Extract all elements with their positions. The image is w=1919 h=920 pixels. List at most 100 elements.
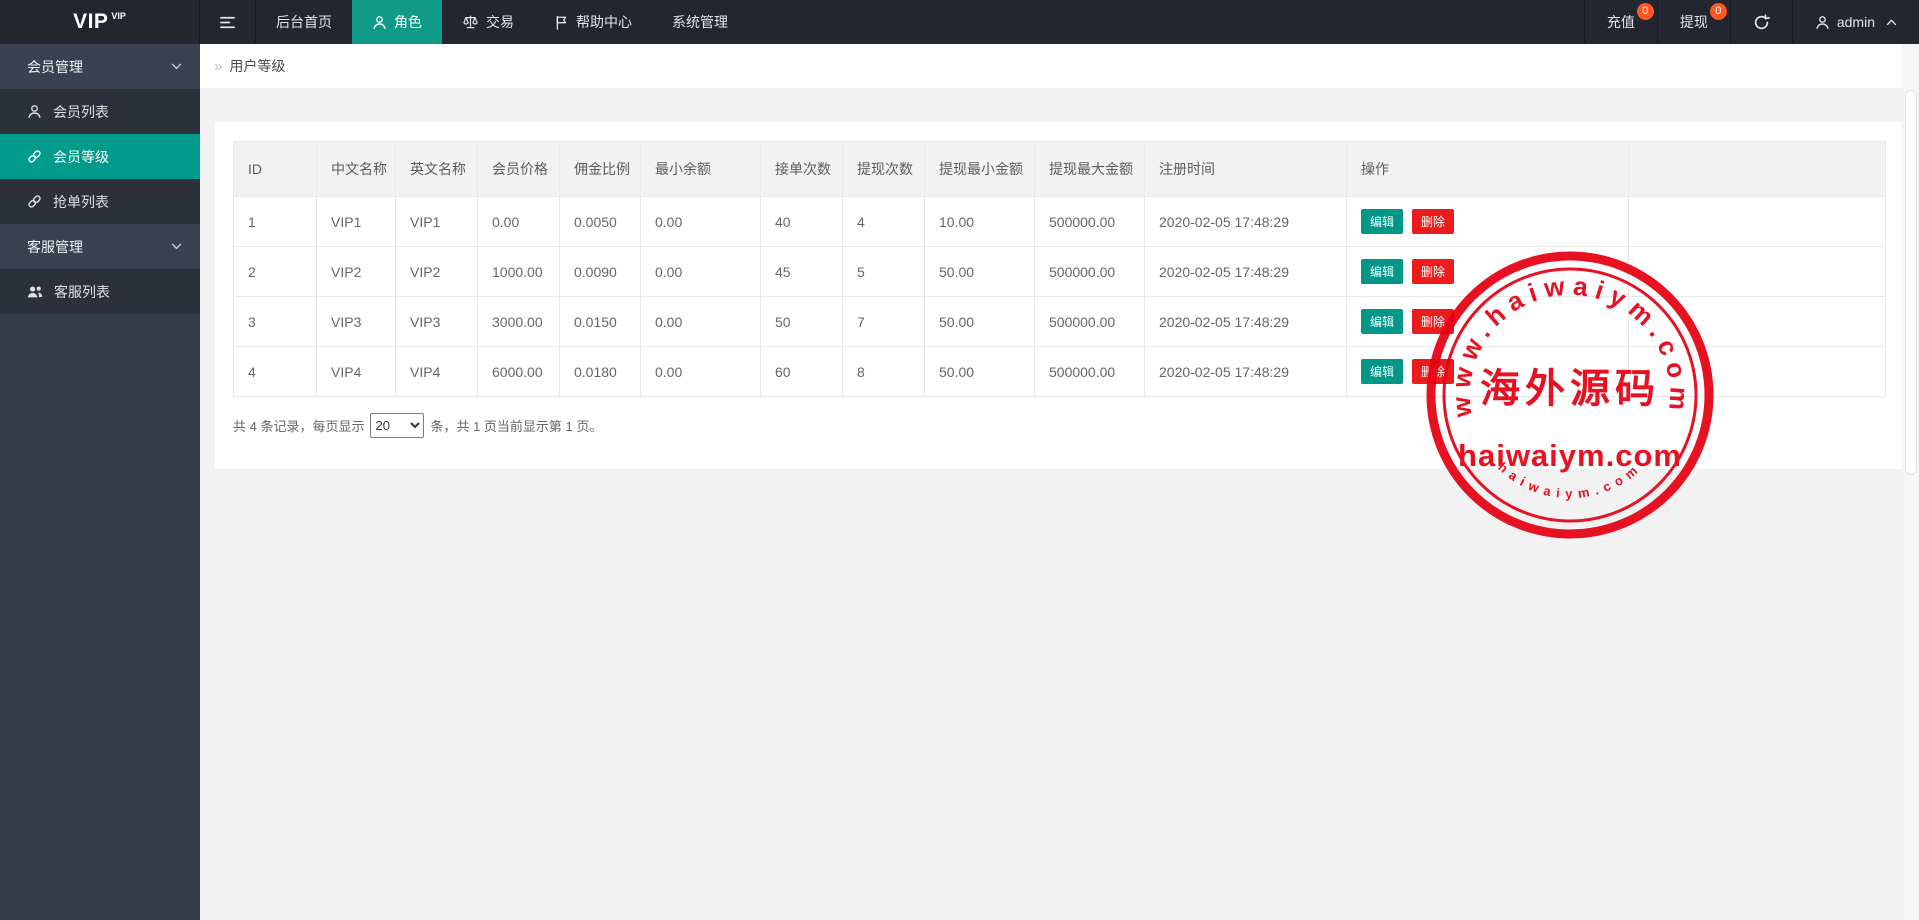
username: admin	[1837, 14, 1875, 30]
actions-cell: 编辑删除	[1347, 197, 1629, 247]
table-cell: 0.00	[641, 347, 761, 397]
column-header-empty	[1629, 142, 1886, 197]
sidebar-item-label: 客服列表	[54, 282, 110, 302]
column-header: ID	[234, 142, 317, 197]
sidebar-item-member-list[interactable]: 会员列表	[0, 89, 200, 134]
table-cell: 2020-02-05 17:48:29	[1145, 297, 1347, 347]
recharge-button[interactable]: 充值 0	[1584, 0, 1657, 44]
nav-item-trade[interactable]: 交易	[442, 0, 534, 44]
refresh-icon	[1753, 14, 1770, 31]
column-header: 会员价格	[478, 142, 560, 197]
nav-item-label: 角色	[394, 12, 422, 32]
column-header: 中文名称	[317, 142, 396, 197]
table-cell: 0.00	[641, 247, 761, 297]
member-level-table: ID中文名称英文名称会员价格佣金比例最小余额接单次数提现次数提现最小金额提现最大…	[233, 141, 1886, 397]
withdraw-badge: 0	[1710, 3, 1727, 20]
table-cell: 40	[761, 197, 843, 247]
top-navbar: VIP VIP 后台首页 角色交易 帮助中心 系统管理 充值 0 提现 0 admin	[0, 0, 1919, 44]
edit-button[interactable]: 编辑	[1361, 309, 1403, 334]
navbar-right: 充值 0 提现 0 admin	[1584, 0, 1919, 44]
table-cell: 1	[234, 197, 317, 247]
table-cell: 2020-02-05 17:48:29	[1145, 247, 1347, 297]
sidebar-group-member-management[interactable]: 会员管理	[0, 44, 200, 89]
table-cell: 45	[761, 247, 843, 297]
page-title: 用户等级	[229, 56, 285, 76]
empty-cell	[1629, 247, 1886, 297]
table-cell: 500000.00	[1035, 297, 1145, 347]
withdraw-button[interactable]: 提现 0	[1657, 0, 1730, 44]
table-cell: 0.00	[641, 197, 761, 247]
actions-cell: 编辑删除	[1347, 347, 1629, 397]
delete-button[interactable]: 删除	[1412, 209, 1454, 234]
chevron-up-icon	[1886, 19, 1897, 26]
table-cell: 2020-02-05 17:48:29	[1145, 197, 1347, 247]
sidebar-item-order-list[interactable]: 抢单列表	[0, 179, 200, 224]
per-page-select[interactable]: 20	[370, 413, 424, 438]
edit-button[interactable]: 编辑	[1361, 259, 1403, 284]
edit-button[interactable]: 编辑	[1361, 359, 1403, 384]
column-header: 操作	[1347, 142, 1629, 197]
user-icon	[372, 15, 387, 30]
table-row: 1VIP1VIP10.000.00500.0040410.00500000.00…	[234, 197, 1886, 247]
table-cell: 500000.00	[1035, 197, 1145, 247]
column-header: 佣金比例	[560, 142, 641, 197]
table-header-row: ID中文名称英文名称会员价格佣金比例最小余额接单次数提现次数提现最小金额提现最大…	[234, 142, 1886, 197]
table-cell: 6000.00	[478, 347, 560, 397]
table-cell: VIP4	[396, 347, 478, 397]
table-cell: 5	[843, 247, 925, 297]
table-cell: 50	[761, 297, 843, 347]
table-row: 3VIP3VIP33000.000.01500.0050750.00500000…	[234, 297, 1886, 347]
delete-button[interactable]: 删除	[1412, 359, 1454, 384]
column-header: 英文名称	[396, 142, 478, 197]
table-cell: 500000.00	[1035, 247, 1145, 297]
table-cell: 0.0090	[560, 247, 641, 297]
scales-icon	[462, 14, 479, 30]
sidebar-item-member-level[interactable]: 会员等级	[0, 134, 200, 179]
nav-item-label: 帮助中心	[576, 12, 632, 32]
table-cell: 2	[234, 247, 317, 297]
table-cell: 50.00	[925, 347, 1035, 397]
column-header: 提现最小金额	[925, 142, 1035, 197]
breadcrumb-arrow-icon: »	[214, 58, 222, 75]
edit-button[interactable]: 编辑	[1361, 209, 1403, 234]
table-row: 4VIP4VIP46000.000.01800.0060850.00500000…	[234, 347, 1886, 397]
table-cell: VIP2	[396, 247, 478, 297]
nav-item-help[interactable]: 帮助中心	[534, 0, 652, 44]
scrollbar-thumb[interactable]	[1905, 90, 1917, 475]
nav-item-home[interactable]: 后台首页	[256, 0, 352, 44]
users-icon	[27, 285, 43, 299]
empty-cell	[1629, 297, 1886, 347]
nav-item-label: 系统管理	[672, 12, 728, 32]
column-header: 提现次数	[843, 142, 925, 197]
table-cell: 0.0150	[560, 297, 641, 347]
table-cell: 7	[843, 297, 925, 347]
column-header: 注册时间	[1145, 142, 1347, 197]
refresh-button[interactable]	[1730, 0, 1792, 44]
table-cell: 10.00	[925, 197, 1035, 247]
table-row: 2VIP2VIP21000.000.00900.0045550.00500000…	[234, 247, 1886, 297]
user-menu[interactable]: admin	[1792, 0, 1919, 44]
delete-button[interactable]: 删除	[1412, 259, 1454, 284]
flag-icon	[554, 15, 569, 30]
sidebar-item-service-list[interactable]: 客服列表	[0, 269, 200, 314]
sidebar-group-service-management[interactable]: 客服管理	[0, 224, 200, 269]
table-cell: VIP1	[317, 197, 396, 247]
column-header: 最小余额	[641, 142, 761, 197]
withdraw-label: 提现	[1680, 12, 1708, 32]
sidebar-item-label: 会员列表	[53, 102, 109, 122]
user-icon	[1815, 15, 1830, 30]
app-logo: VIP VIP	[0, 0, 200, 44]
logo-text: VIP	[73, 10, 108, 34]
nav-item-label: 后台首页	[276, 12, 332, 32]
nav-item-role[interactable]: 角色	[352, 0, 442, 44]
table-cell: 0.0050	[560, 197, 641, 247]
delete-button[interactable]: 删除	[1412, 309, 1454, 334]
table-cell: 8	[843, 347, 925, 397]
table-cell: 500000.00	[1035, 347, 1145, 397]
empty-cell	[1629, 197, 1886, 247]
pagination-suffix: 条，共 1 页当前显示第 1 页。	[430, 416, 602, 435]
hamburger-icon	[219, 15, 236, 30]
sidebar-toggle-button[interactable]	[200, 0, 256, 44]
nav-item-system[interactable]: 系统管理	[652, 0, 748, 44]
content-panel: ID中文名称英文名称会员价格佣金比例最小余额接单次数提现次数提现最小金额提现最大…	[215, 122, 1904, 469]
